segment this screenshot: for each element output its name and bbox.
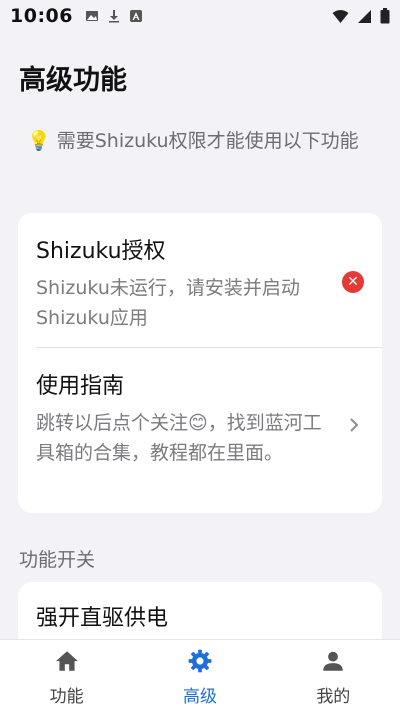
nav-label-features: 功能 [49,687,84,707]
nav-item-mine[interactable]: 我的 [267,640,400,711]
app-a-icon [129,10,142,22]
auth-desc: Shizuku未运行，请安装并启动Shizuku应用 [36,277,300,329]
home-icon [55,651,78,671]
download-icon [108,10,119,23]
status-bar: 10:06 [0,0,400,32]
wifi-icon [332,9,349,23]
battery-icon [380,8,390,24]
auth-title: Shizuku授权 [36,239,166,264]
guide-desc: 跳转以后点个关注😊，找到蓝河工具箱的合集，教程都在里面。 [36,412,322,464]
guide-title: 使用指南 [36,374,125,399]
direct-power-title: 强开直驱供电 [36,606,169,631]
lightbulb-icon: 💡 [27,130,51,152]
shizuku-auth-row[interactable]: Shizuku授权 Shizuku未运行，请安装并启动Shizuku应用 ✕ [18,213,382,347]
section-label-feature-switches: 功能开关 [19,549,96,571]
usage-guide-row[interactable]: 使用指南 跳转以后点个关注😊，找到蓝河工具箱的合集，教程都在里面。 [18,348,382,513]
nav-label-advanced: 高级 [182,687,217,707]
page-title: 高级功能 [19,65,127,96]
cellular-icon [358,9,371,23]
direct-power-row[interactable]: 强开直驱供电 [18,582,382,632]
error-icon: ✕ [342,271,364,293]
image-icon [85,11,98,21]
person-icon [323,651,344,671]
permission-hint: 💡 需要Shizuku权限才能使用以下功能 [27,126,377,156]
shizuku-card: Shizuku授权 Shizuku未运行，请安装并启动Shizuku应用 ✕ 使… [18,213,382,513]
nav-item-features[interactable]: 功能 [0,640,133,711]
status-icons-left [85,9,143,23]
bottom-nav: 功能 高级 我的 [0,639,400,711]
nav-label-mine: 我的 [316,687,351,707]
gear-icon [188,649,212,673]
nav-item-advanced[interactable]: 高级 [133,640,266,711]
chevron-right-icon [350,418,359,432]
status-icons-right [332,8,390,24]
hint-text: 需要Shizuku权限才能使用以下功能 [50,130,359,152]
status-time: 10:06 [10,5,73,27]
